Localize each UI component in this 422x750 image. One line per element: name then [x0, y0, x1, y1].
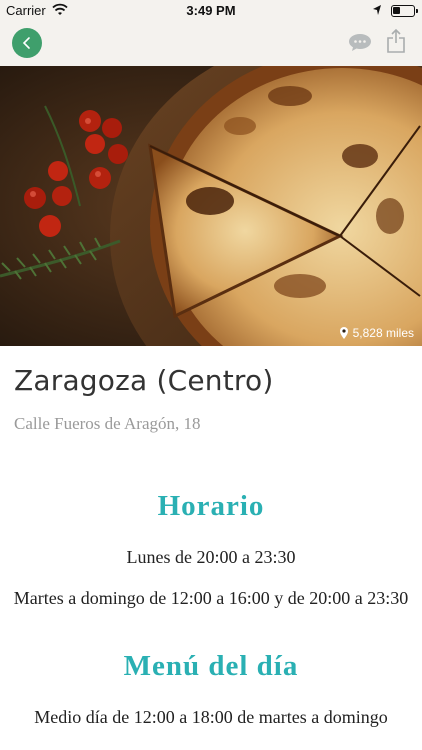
restaurant-address[interactable]: Calle Fueros de Aragón, 18: [14, 414, 201, 434]
schedule-heading: Horario: [157, 490, 265, 522]
location-pin-icon: [339, 327, 348, 339]
pizza-image: [0, 66, 422, 346]
comment-icon[interactable]: [348, 32, 372, 52]
navigation-bar: [0, 22, 422, 66]
location-arrow-icon: [373, 5, 381, 15]
schedule-line: Martes a domingo de 12:00 a 16:00 y de 2…: [13, 588, 409, 608]
share-icon[interactable]: [386, 28, 406, 54]
clock: 3:49 PM: [186, 3, 236, 18]
battery-icon: [391, 5, 418, 17]
daily-menu-heading: Menú del día: [123, 650, 299, 682]
schedule-line: Lunes de 20:00 a 23:30: [126, 547, 296, 567]
restaurant-name: Zaragoza (Centro): [14, 364, 274, 397]
status-bar: Carrier 3:49 PM: [0, 0, 422, 22]
restaurant-photo: 5,828 miles: [0, 66, 422, 346]
distance-badge: 5,828 miles: [339, 326, 414, 340]
chevron-left-icon: [22, 37, 30, 49]
back-button[interactable]: [12, 28, 42, 58]
distance-label: 5,828 miles: [352, 326, 414, 340]
daily-menu-line: Medio día de 12:00 a 18:00 de martes a d…: [34, 707, 388, 727]
